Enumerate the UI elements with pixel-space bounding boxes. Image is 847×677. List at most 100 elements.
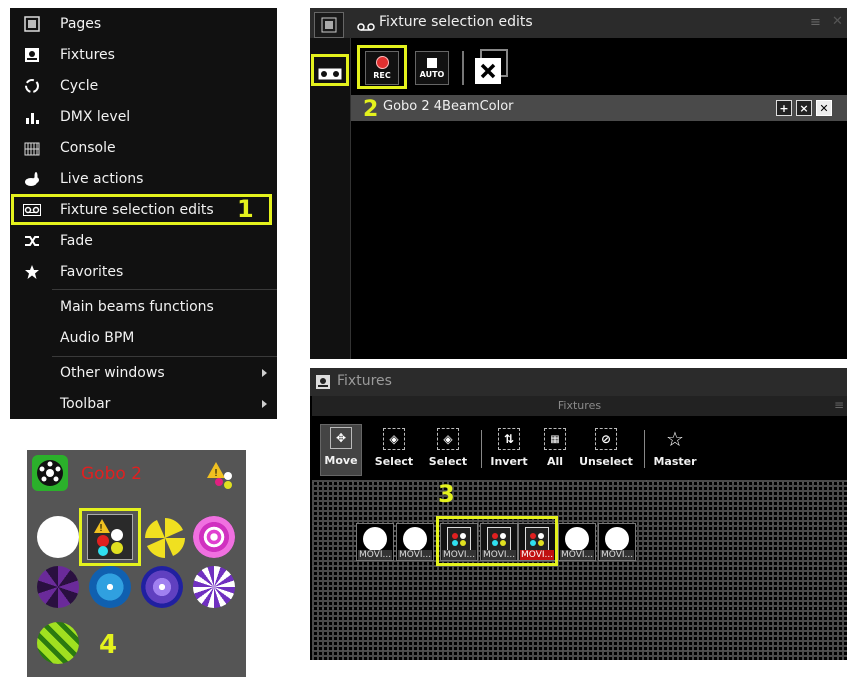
- unselect-icon: ⊘: [595, 428, 617, 450]
- fixtures-window: Fixtures Fixtures ≡ ✥ Move ◈ Select ◈ Se…: [310, 368, 847, 660]
- menu-item-live-actions[interactable]: Live actions: [10, 163, 277, 194]
- fixture-tile[interactable]: MOVI...: [598, 523, 636, 561]
- gobo-spiral-icon[interactable]: [193, 516, 235, 558]
- gobo-panel: Gobo 2 ! ! 4: [27, 450, 246, 677]
- gobo-fan-icon[interactable]: [143, 516, 187, 560]
- menu-icon[interactable]: ≡: [810, 15, 821, 30]
- invert-button[interactable]: ⇅ Invert: [486, 426, 532, 474]
- gobo-flower-icon[interactable]: [89, 566, 131, 608]
- gobo-swirl-icon[interactable]: [141, 566, 183, 608]
- select-tool-button[interactable]: ◈ Select: [370, 426, 418, 474]
- star-outline-icon: ☆: [666, 427, 684, 451]
- console-icon: [23, 139, 41, 157]
- move-tool-button[interactable]: ✥ Move: [320, 424, 362, 476]
- gobo-title: Gobo 2: [81, 464, 142, 484]
- fixtures-grid[interactable]: [312, 480, 847, 660]
- add-icon[interactable]: +: [776, 100, 792, 116]
- fixture-tile[interactable]: MOVI...: [396, 523, 434, 561]
- color-warning-icon[interactable]: !: [205, 460, 235, 494]
- auto-button[interactable]: AUTO: [415, 51, 449, 85]
- grid-line: [520, 480, 521, 660]
- toolbar-divider: [481, 430, 482, 468]
- selection-row[interactable]: 2 Gobo 2 4BeamColor + × ✕: [351, 95, 847, 122]
- menu-item-console[interactable]: Console: [10, 132, 277, 163]
- step-number-4: 4: [99, 630, 118, 660]
- submenu-arrow-icon: [262, 368, 267, 377]
- window-title-bar: Fixtures: [310, 368, 847, 396]
- menu-item-fixtures[interactable]: Fixtures: [10, 39, 277, 70]
- grid-line: [688, 480, 689, 660]
- tape-icon: [357, 17, 375, 36]
- record-icon: [375, 56, 389, 69]
- step-number-3: 3: [438, 480, 455, 508]
- select-area-tool-button[interactable]: ◈ Select: [424, 426, 472, 474]
- gobo-wheel-icon[interactable]: [32, 455, 68, 491]
- submenu-arrow-icon: [262, 399, 267, 408]
- context-menu: Pages Fixtures Cycle DMX level Console L…: [10, 8, 277, 419]
- grid-line: [772, 480, 773, 660]
- menu-item-dmx-level[interactable]: DMX level: [10, 101, 277, 132]
- pages-icon[interactable]: [314, 12, 344, 38]
- grid-line: [312, 482, 847, 483]
- menu-icon[interactable]: ≡: [834, 398, 844, 412]
- step-number-2: 2: [363, 97, 379, 122]
- gobo-rays-icon[interactable]: [37, 566, 79, 608]
- selection-name: Gobo 2 4BeamColor: [383, 99, 514, 114]
- grid-line: [604, 480, 605, 660]
- menu-item-fade[interactable]: Fade: [10, 225, 277, 256]
- highlight-box: [436, 516, 558, 566]
- close-icon[interactable]: ✕: [832, 14, 843, 29]
- pages-icon: [23, 15, 41, 33]
- select-area-icon: ◈: [437, 428, 459, 450]
- gobo-stripes-icon[interactable]: [37, 622, 79, 664]
- svg-text:!: !: [214, 468, 218, 479]
- clear-selection-button[interactable]: [471, 48, 511, 88]
- move-icon: ✥: [330, 427, 352, 449]
- master-button[interactable]: ☆ Master: [650, 426, 700, 474]
- grid-line: [312, 650, 847, 651]
- menu-item-pages[interactable]: Pages: [10, 8, 277, 39]
- grid-line: [730, 480, 731, 660]
- select-all-button[interactable]: ▦ All: [535, 426, 575, 474]
- remove-icon[interactable]: ×: [796, 100, 812, 116]
- delete-icon[interactable]: ✕: [816, 100, 832, 116]
- grid-line: [352, 480, 353, 660]
- beam-icon: [565, 527, 589, 551]
- cycle-icon: [23, 77, 41, 95]
- menu-item-cycle[interactable]: Cycle: [10, 70, 277, 101]
- select-icon: ◈: [383, 428, 405, 450]
- fixtures-icon: [315, 374, 331, 394]
- window-sidebar: [310, 38, 351, 359]
- menu-item-favorites[interactable]: Favorites: [10, 256, 277, 287]
- menu-item-main-beams-functions[interactable]: Main beams functions: [10, 291, 277, 322]
- window-title: Fixtures: [337, 373, 392, 389]
- menu-item-other-windows[interactable]: Other windows: [10, 357, 277, 388]
- dmx-level-icon: [23, 108, 41, 126]
- fixtures-toolbar: ✥ Move ◈ Select ◈ Select ⇅ Invert ▦ All …: [312, 418, 847, 480]
- tape-icon[interactable]: [318, 65, 342, 84]
- star-icon: [23, 263, 41, 281]
- gobo-burst-icon[interactable]: [193, 566, 235, 608]
- toolbar-divider: [462, 51, 464, 85]
- menu-item-toolbar[interactable]: Toolbar: [10, 388, 277, 419]
- rec-button[interactable]: REC: [365, 51, 399, 85]
- toolbar-divider: [644, 430, 645, 468]
- grid-line: [312, 566, 847, 567]
- fixture-tile[interactable]: MOVI...: [558, 523, 596, 561]
- highlight-box: [11, 194, 272, 225]
- gobo-open-icon[interactable]: [37, 516, 79, 558]
- stop-icon: [427, 57, 437, 68]
- grid-line: [394, 480, 395, 660]
- unselect-button[interactable]: ⊘ Unselect: [574, 426, 638, 474]
- shuffle-icon: [23, 232, 41, 250]
- menu-separator: [52, 289, 277, 290]
- fixtures-icon: [23, 46, 41, 64]
- grid-icon: ▦: [544, 428, 566, 450]
- beam-icon: [363, 527, 387, 551]
- menu-item-audio-bpm[interactable]: Audio BPM: [10, 322, 277, 353]
- toolbar: REC AUTO: [351, 38, 847, 96]
- fixture-tile[interactable]: MOVI...: [356, 523, 394, 561]
- panel-title: Fixtures: [557, 399, 602, 412]
- window-title-bar: Fixture selection edits ≡ ✕: [310, 8, 847, 38]
- highlight-box: [79, 508, 141, 566]
